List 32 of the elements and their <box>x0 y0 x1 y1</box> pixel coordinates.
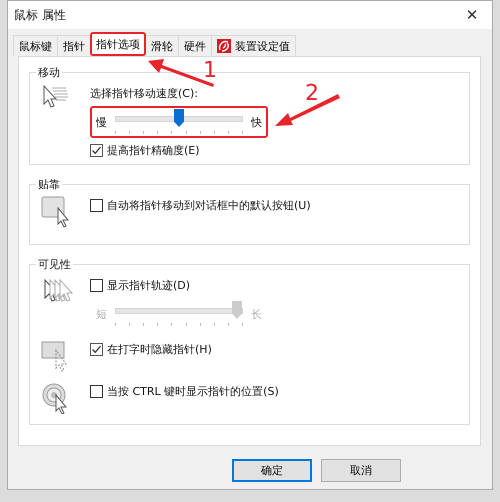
close-button[interactable]: ✕ <box>452 1 492 29</box>
checkbox-label: 在打字时隐藏指针(H) <box>107 342 212 357</box>
annotation-number: 1 <box>203 60 217 82</box>
checkbox-label: 提高指针精确度(E) <box>107 143 200 158</box>
dialog-button[interactable]: 确定 <box>232 459 312 482</box>
tab[interactable]: 鼠标键 <box>13 35 58 56</box>
group-title: 可见性 <box>37 257 72 272</box>
tab[interactable]: 滑轮 <box>145 35 179 56</box>
slider-min-label: 短 <box>96 306 107 322</box>
checkbox[interactable] <box>90 385 103 398</box>
window-title: 鼠标 属性 <box>14 6 66 24</box>
slider-max-label: 快 <box>251 114 262 130</box>
checkbox[interactable] <box>90 199 103 212</box>
slider[interactable]: 慢 快 <box>90 106 268 138</box>
slider-thumb[interactable] <box>174 109 184 127</box>
group-title: 贴靠 <box>37 177 61 192</box>
slider-max-label: 长 <box>251 306 262 322</box>
tab[interactable]: 指针选项 <box>90 32 146 56</box>
checkbox[interactable] <box>90 343 103 356</box>
slider-min-label: 慢 <box>96 114 107 130</box>
annotation-number: 2 <box>305 83 319 105</box>
dialog-button[interactable]: 取消 <box>321 459 401 482</box>
swirl-logo-icon <box>217 39 231 53</box>
tab[interactable]: 装置设定值 <box>211 35 296 56</box>
checkbox[interactable] <box>90 279 103 292</box>
checkbox-label: 显示指针轨迹(D) <box>107 278 190 293</box>
checkbox[interactable] <box>90 144 103 157</box>
group-title: 移动 <box>37 65 61 80</box>
tab[interactable]: 指针 <box>57 35 91 56</box>
checkbox-label: 自动将指针移动到对话框中的默认按钮(U) <box>107 198 311 213</box>
speed-label: 选择指针移动速度(C): <box>90 86 199 101</box>
checkbox-label: 当按 CTRL 键时显示指针的位置(S) <box>107 384 279 399</box>
